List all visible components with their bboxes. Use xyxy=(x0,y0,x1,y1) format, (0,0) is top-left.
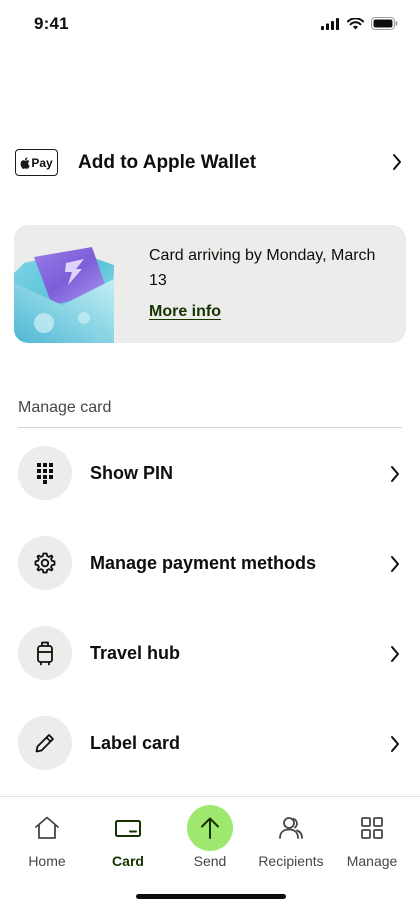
send-arrow-icon xyxy=(201,817,219,839)
card-icon xyxy=(111,811,145,845)
menu-icon-circle xyxy=(18,626,72,680)
pencil-icon xyxy=(35,734,54,753)
apple-pay-badge-text: Pay xyxy=(31,155,53,170)
tab-recipients[interactable]: Recipients xyxy=(249,797,333,877)
bottom-tab-bar: Home Card Send Recipients Manage xyxy=(0,796,420,909)
section-divider xyxy=(18,427,402,428)
add-to-apple-wallet-label: Add to Apple Wallet xyxy=(78,152,257,173)
tab-card[interactable]: Card xyxy=(86,797,170,877)
status-icons xyxy=(321,17,398,30)
status-bar: 9:41 xyxy=(0,0,420,50)
chevron-right-icon xyxy=(391,646,399,662)
more-info-link[interactable]: More info xyxy=(149,303,221,321)
home-indicator xyxy=(136,894,286,899)
menu-item-label: Travel hub xyxy=(90,643,181,663)
menu-item-label: Manage payment methods xyxy=(90,553,317,573)
tab-label: Manage xyxy=(346,853,398,869)
battery-icon xyxy=(371,17,398,30)
card-arrival-banner: Card arriving by Monday, March 13 More i… xyxy=(14,225,406,343)
menu-item-label-card[interactable]: Label card xyxy=(0,716,420,772)
menu-icon-circle xyxy=(18,446,72,500)
card-envelope-illustration xyxy=(14,247,114,343)
menu-icon-circle xyxy=(18,536,72,590)
menu-item-travel-hub[interactable]: Travel hub xyxy=(0,626,420,682)
cellular-signal-icon xyxy=(321,17,339,30)
menu-item-show-pin[interactable]: Show PIN xyxy=(0,446,420,502)
tab-home[interactable]: Home xyxy=(5,797,89,877)
chevron-right-icon xyxy=(393,154,401,170)
menu-icon-circle xyxy=(18,716,72,770)
chevron-right-icon xyxy=(391,736,399,752)
status-time: 9:41 xyxy=(34,14,69,33)
tab-send[interactable]: Send xyxy=(168,797,252,877)
chevron-right-icon xyxy=(391,556,399,572)
section-title-manage-card: Manage card xyxy=(18,399,112,416)
tab-label: Card xyxy=(112,853,144,869)
keypad-icon xyxy=(37,463,53,484)
menu-item-manage-payment-methods[interactable]: Manage payment methods xyxy=(0,536,420,592)
luggage-icon xyxy=(37,641,53,666)
tab-manage[interactable]: Manage xyxy=(330,797,414,877)
tab-label: Send xyxy=(193,853,227,869)
menu-item-label: Show PIN xyxy=(90,463,174,483)
card-arrival-message: Card arriving by Monday, March 13 xyxy=(149,247,376,289)
grid-icon xyxy=(355,811,389,845)
add-to-apple-wallet-row[interactable]: Pay Add to Apple Wallet xyxy=(0,136,420,190)
apple-pay-badge: Pay xyxy=(15,149,58,176)
gear-icon xyxy=(34,552,56,574)
send-button-circle xyxy=(187,805,233,851)
recipients-icon xyxy=(274,811,308,845)
tab-label: Recipients xyxy=(258,853,324,869)
menu-item-label: Label card xyxy=(90,733,181,753)
wifi-icon xyxy=(347,17,364,29)
tab-label: Home xyxy=(28,853,66,869)
home-icon xyxy=(30,811,64,845)
chevron-right-icon xyxy=(391,466,399,482)
apple-logo-icon xyxy=(20,156,30,169)
